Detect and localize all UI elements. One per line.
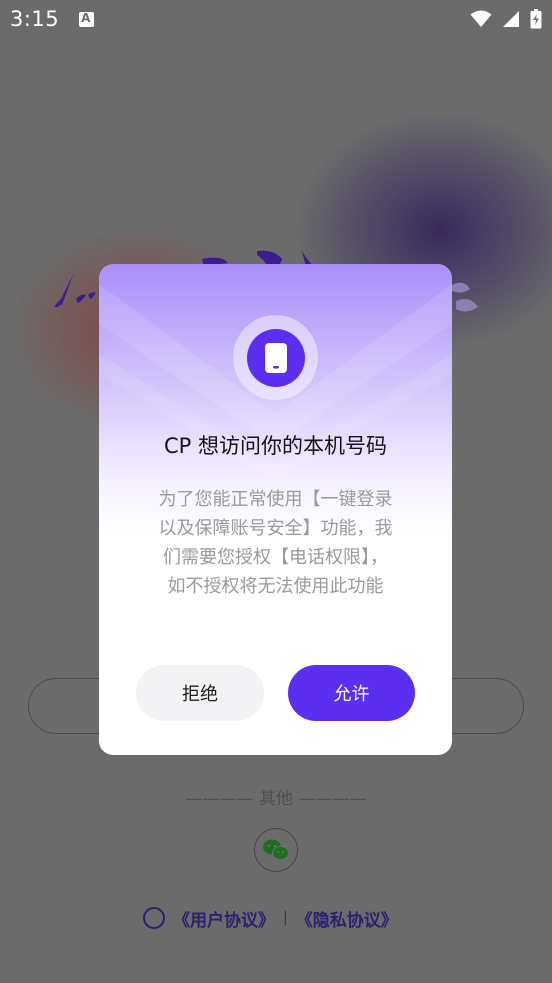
phone-icon-halo (233, 315, 318, 400)
keyboard-a-icon (79, 11, 95, 27)
agreement-row: 《用户协议》 | 《隐私协议》 (143, 904, 398, 932)
user-agreement-link: 《用户协议》 (173, 910, 275, 931)
other-login-divider: ———— 其他 ———— (185, 789, 367, 809)
battery-charging-icon (530, 9, 542, 29)
permission-dialog: CP 想访问你的本机号码 为了您能正常使用【一键登录以及保障账号安全】功能，我们… (99, 264, 452, 755)
agreement-separator: | (283, 910, 288, 926)
status-time: 3:15 (10, 7, 60, 31)
phone-icon (264, 342, 287, 373)
allow-button[interactable]: 允许 (288, 665, 415, 721)
dialog-message: 为了您能正常使用【一键登录以及保障账号安全】功能，我们需要您授权【电话权限】，如… (158, 489, 393, 597)
phone-icon-circle (246, 328, 305, 387)
dialog-title: CP 想访问你的本机号码 (163, 434, 387, 458)
wechat-icon (263, 839, 289, 860)
agreement-radio (143, 907, 165, 929)
wechat-login-button (254, 828, 298, 872)
wifi-icon (470, 10, 492, 27)
privacy-policy-link: 《隐私协议》 (295, 910, 398, 931)
signal-icon (503, 11, 519, 27)
reject-button[interactable]: 拒绝 (136, 665, 264, 721)
status-bar: 3:15 (0, 0, 552, 38)
